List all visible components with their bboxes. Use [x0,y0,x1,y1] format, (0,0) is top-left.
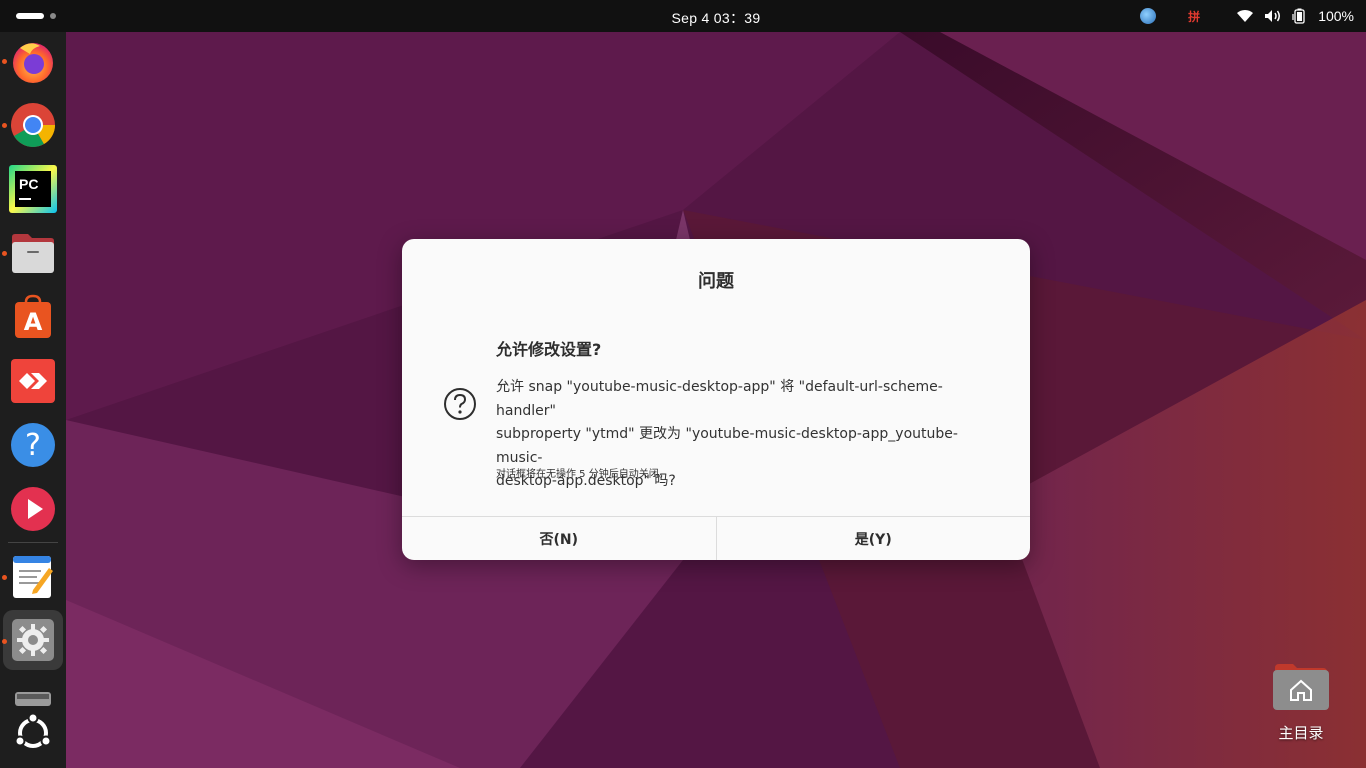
running-indicator [2,123,7,128]
firefox-icon [13,43,53,83]
wifi-icon[interactable] [1236,0,1254,32]
desktop-home-folder[interactable]: 主目录 [1266,656,1336,746]
svg-text:PC: PC [19,176,38,192]
dialog-message-line: subproperty "ytmd" 更改为 "youtube-music-de… [496,426,958,466]
dock-item-firefox[interactable] [9,37,57,85]
no-button[interactable]: 否(N) [402,517,716,560]
volume-icon[interactable] [1264,0,1282,32]
show-apps-button[interactable] [9,709,57,757]
dock-item-files[interactable] [9,229,57,277]
dock-separator [8,542,58,543]
system-tray: 拼 100% [1140,0,1354,32]
dialog-heading: 允许修改设置? [496,340,602,359]
app-indicator[interactable] [1140,0,1188,32]
running-indicator [2,639,7,644]
top-bar: Sep 4 03：39 拼 100% [0,0,1366,32]
battery-icon[interactable] [1292,0,1308,32]
dialog-message-line: 允许 snap "youtube-music-desktop-app" 将 "d… [496,379,943,419]
dialog-button-row: 否(N) 是(Y) [402,516,1030,560]
question-icon [444,388,476,420]
running-indicator [2,575,7,580]
dock-item-chrome[interactable] [9,101,57,149]
dock: PC A ? [0,32,66,768]
input-method-indicator[interactable]: 拼 [1188,0,1200,32]
running-indicator [2,251,7,256]
running-indicator [2,59,7,64]
home-folder-icon [1273,664,1329,710]
battery-percentage[interactable]: 100% [1318,0,1354,32]
dock-item-text-editor[interactable] [9,553,57,601]
dock-item-youtube-music[interactable] [9,485,57,533]
help-icon: ? [11,423,55,467]
app-indicator-icon [1140,8,1157,24]
ubuntu-logo-icon [14,713,52,748]
dock-item-app-center[interactable]: A [9,293,57,341]
text-editor-icon [13,556,53,598]
anydesk-icon [11,359,55,403]
svg-text:A: A [24,308,43,336]
svg-text:?: ? [25,428,41,463]
permission-dialog: 问题 允许修改设置? 允许 snap "youtube-music-deskto… [402,239,1030,560]
app-center-icon: A [15,294,51,338]
pycharm-icon: PC [9,165,57,213]
dialog-timeout-note: 对话框将在无操作 5 分钟后自动关闭。 [496,469,669,480]
yes-button[interactable]: 是(Y) [715,517,1031,560]
drive-icon [15,692,51,706]
home-folder-label: 主目录 [1278,724,1324,742]
chrome-icon [11,103,55,147]
dock-item-help[interactable]: ? [9,421,57,469]
dock-item-settings[interactable] [9,616,57,664]
dock-item-pycharm[interactable]: PC [9,165,57,213]
play-icon [11,487,55,531]
dialog-title: 问题 [698,271,734,292]
dock-item-anydesk[interactable] [9,357,57,405]
gear-icon [12,619,54,661]
files-icon [12,234,54,273]
